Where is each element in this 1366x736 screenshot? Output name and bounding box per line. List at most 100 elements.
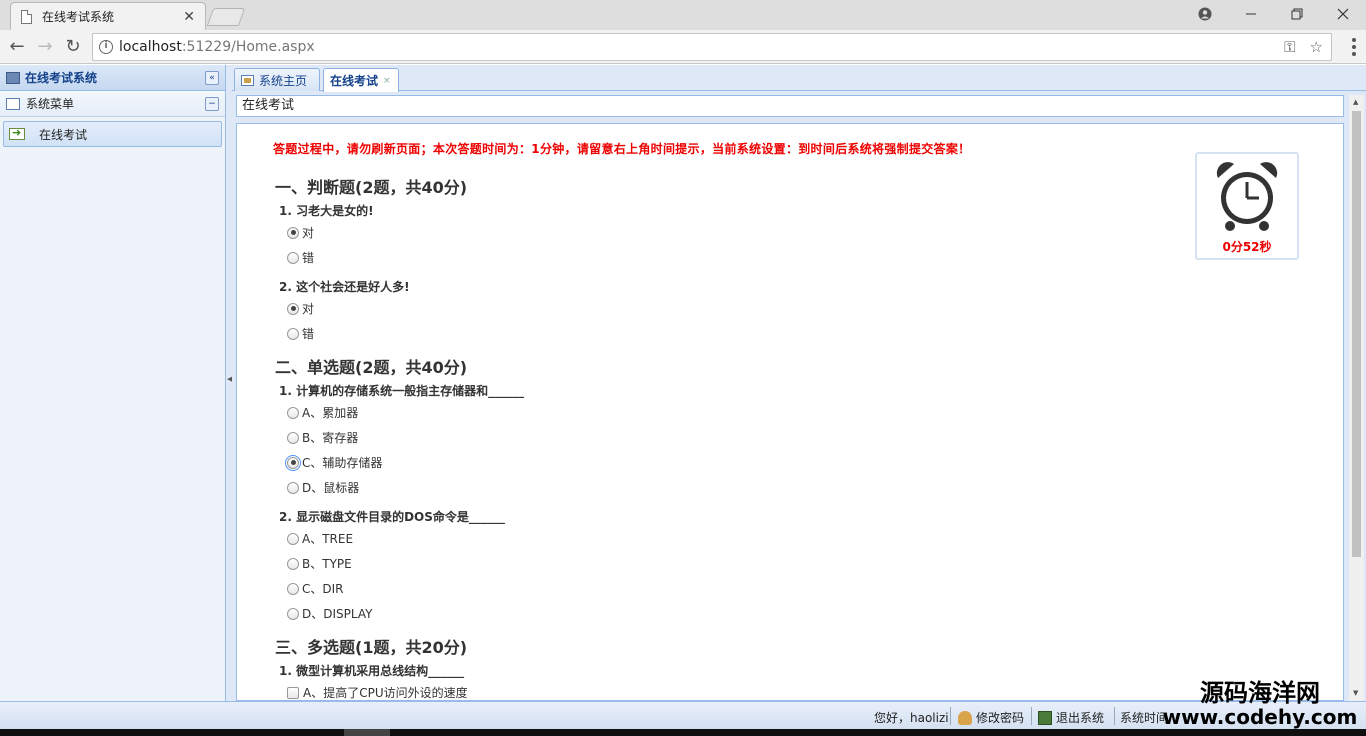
option-label: 错 (302, 251, 315, 265)
menu-header-label: 系统菜单 (26, 97, 75, 111)
key-icon[interactable]: ⚿ (1284, 38, 1295, 56)
forward-arrow-icon[interactable]: → (34, 36, 56, 58)
close-tab-icon[interactable]: × (383, 76, 391, 86)
exit-icon (1038, 710, 1052, 725)
left-panel-header: 在线考试系统 « (0, 65, 225, 91)
question-title: 1. 微型计算机采用总线结构______ (279, 664, 465, 678)
radio-button[interactable] (287, 481, 299, 494)
close-window-button[interactable] (1320, 0, 1366, 28)
content-title: 在线考试 (236, 95, 1344, 117)
radio-button[interactable] (287, 557, 299, 570)
scrollbar[interactable]: ▲ ▼ (1349, 95, 1364, 701)
watermark-line2: www.codehy.com (1162, 705, 1358, 729)
url-path: :51229/Home.aspx (181, 39, 315, 55)
new-tab-button[interactable] (206, 8, 246, 26)
exam-panel: 答题过程中，请勿刷新页面；本次答题时间为：1分钟，请留意右上角时间提示，当前系统… (236, 123, 1344, 701)
option-label: 对 (302, 302, 315, 316)
option-radio[interactable]: 错 (287, 325, 314, 342)
radio-button[interactable] (287, 226, 299, 239)
option-radio[interactable]: D、鼠标器 (287, 479, 359, 496)
scrollbar-thumb[interactable] (1352, 111, 1361, 557)
user-icon (958, 710, 972, 725)
close-tab-icon[interactable]: ✕ (183, 9, 195, 25)
option-radio[interactable]: C、DIR (287, 580, 344, 597)
option-label: A、提高了CPU访问外设的速度 (303, 686, 468, 700)
radio-button[interactable] (287, 431, 299, 444)
arrow-right-icon (9, 126, 25, 140)
radio-button[interactable] (287, 251, 299, 264)
back-arrow-icon[interactable]: ← (6, 36, 28, 58)
option-label: B、寄存器 (302, 431, 359, 445)
star-icon[interactable]: ☆ (1310, 38, 1323, 56)
section-title: 二、单选题(2题，共40分) (275, 358, 468, 377)
option-label: C、DIR (302, 582, 344, 596)
left-panel-title: 在线考试系统 (25, 71, 98, 85)
url-input[interactable]: i localhost :51229/Home.aspx ⚿ ☆ (92, 33, 1332, 61)
option-label: B、TYPE (302, 557, 352, 571)
radio-button[interactable] (287, 302, 299, 315)
window-icon (6, 97, 20, 110)
question-title: 2. 显示磁盘文件目录的DOS命令是______ (279, 510, 505, 524)
timer-text: 0分52秒 (1222, 240, 1272, 254)
collapse-menu-button[interactable]: − (205, 96, 219, 111)
radio-button[interactable] (287, 582, 299, 595)
main-area: 系统主页 在线考试 × 在线考试 答题过程中，请勿刷新页面；本次答题时间为：1分… (232, 65, 1366, 701)
radio-button[interactable] (287, 532, 299, 545)
option-radio[interactable]: 对 (287, 300, 314, 317)
option-label: 错 (302, 327, 315, 341)
option-radio[interactable]: C、辅助存储器 (285, 454, 383, 471)
option-label: C、辅助存储器 (302, 456, 383, 470)
question-title: 2. 这个社会还是好人多! (279, 280, 410, 294)
checkbox[interactable] (287, 686, 299, 699)
greeting: 您好，haolizi (874, 711, 949, 725)
option-radio[interactable]: A、累加器 (287, 404, 358, 421)
collapse-panel-button[interactable]: « (205, 70, 219, 85)
tab-online-exam[interactable]: 在线考试 × (323, 68, 399, 92)
exam-notice: 答题过程中，请勿刷新页面；本次答题时间为：1分钟，请留意右上角时间提示，当前系统… (273, 142, 971, 156)
taskbar-item[interactable] (344, 729, 390, 736)
reload-icon[interactable]: ↻ (62, 36, 84, 58)
browser-tab-strip: 在线考试系统 ✕ (0, 0, 1366, 30)
info-icon[interactable]: i (99, 40, 113, 54)
radio-button[interactable] (287, 607, 299, 620)
option-label: D、DISPLAY (302, 607, 373, 621)
minimize-button[interactable] (1228, 0, 1274, 28)
scroll-up-icon[interactable]: ▲ (1353, 98, 1358, 106)
url-host: localhost (119, 39, 182, 55)
option-radio[interactable]: A、TREE (287, 530, 353, 547)
option-radio[interactable]: 对 (287, 224, 314, 241)
radio-button[interactable] (287, 327, 299, 340)
section-title: 一、判断题(2题，共40分) (275, 178, 468, 197)
system-icon (6, 71, 20, 84)
option-radio[interactable]: D、DISPLAY (287, 605, 372, 622)
menu-header[interactable]: 系统菜单 − (0, 91, 225, 117)
home-icon (241, 74, 254, 86)
browser-tab[interactable]: 在线考试系统 ✕ (10, 2, 206, 30)
logout-label: 退出系统 (1056, 711, 1105, 725)
browser-tab-title: 在线考试系统 (42, 10, 115, 24)
tab-exam-label: 在线考试 (330, 74, 379, 88)
watermark-line1: 源码海洋网 (1200, 679, 1320, 707)
change-password-link[interactable]: 修改密码 (958, 709, 1024, 726)
menu-icon[interactable] (1352, 38, 1356, 56)
option-checkbox[interactable]: A、提高了CPU访问外设的速度 (287, 684, 468, 700)
option-radio[interactable]: B、TYPE (287, 555, 352, 572)
radio-button[interactable] (285, 454, 301, 471)
question-title: 1. 习老大是女的! (279, 204, 374, 218)
option-label: 对 (302, 226, 315, 240)
document-icon (21, 9, 32, 24)
tab-home-label: 系统主页 (259, 73, 308, 88)
page-tabs: 系统主页 在线考试 × (232, 65, 1366, 92)
profile-icon[interactable] (1182, 0, 1228, 28)
tab-home[interactable]: 系统主页 (234, 68, 320, 91)
option-radio[interactable]: B、寄存器 (287, 429, 358, 446)
radio-button[interactable] (287, 406, 299, 419)
change-password-label: 修改密码 (976, 711, 1025, 725)
restore-button[interactable] (1274, 0, 1320, 28)
menu-item-online-exam[interactable]: 在线考试 (3, 121, 222, 147)
option-radio[interactable]: 错 (287, 249, 314, 266)
logout-link[interactable]: 退出系统 (1038, 709, 1104, 726)
question-title: 1. 计算机的存储系统一般指主存储器和______ (279, 384, 525, 398)
section-title: 三、多选题(1题，共20分) (275, 638, 468, 657)
address-bar: ← → ↻ i localhost :51229/Home.aspx ⚿ ☆ (0, 30, 1366, 64)
